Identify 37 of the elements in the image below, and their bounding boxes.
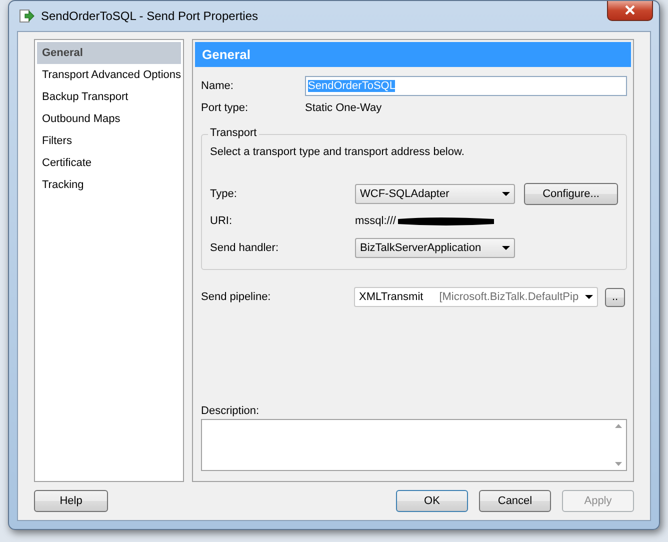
help-button[interactable]: Help: [34, 490, 108, 512]
dropdown-caret-icon: [502, 246, 510, 250]
send-handler-label: Send handler:: [210, 242, 280, 254]
description-label: Description:: [201, 405, 260, 417]
send-pipeline-dropdown[interactable]: XMLTransmit [Microsoft.BizTalk.DefaultPip: [354, 287, 598, 307]
sidebar-item[interactable]: Backup Transport: [37, 86, 182, 108]
send-port-icon: [19, 8, 35, 24]
panel-header: General: [195, 42, 632, 67]
port-type-label: Port type:: [201, 102, 250, 114]
send-handler-dropdown[interactable]: BizTalkServerApplication: [355, 238, 516, 258]
sidebar-item[interactable]: Filters: [37, 130, 182, 152]
sidebar-item[interactable]: Outbound Maps: [37, 108, 182, 130]
uri-label: URI:: [210, 215, 234, 227]
description-field[interactable]: [201, 419, 628, 471]
transport-hint: Select a transport type and transport address below.: [210, 146, 464, 158]
sidebar-item[interactable]: Tracking: [37, 174, 182, 196]
configure-button[interactable]: Configure...: [524, 183, 618, 205]
sidebar-item[interactable]: Certificate: [37, 152, 182, 174]
ok-button[interactable]: OK: [396, 490, 468, 512]
group-title: Transport: [208, 127, 259, 139]
dropdown-caret-icon: [585, 295, 594, 299]
scroll-up-icon[interactable]: [614, 424, 622, 428]
uri-value: mssql:///: [355, 215, 396, 227]
window-title: SendOrderToSQL - Send Port Properties: [41, 9, 258, 23]
cancel-button[interactable]: Cancel: [479, 490, 551, 512]
scroll-down-icon[interactable]: [614, 462, 622, 466]
type-label: Type:: [210, 188, 238, 200]
close-icon: [625, 5, 635, 15]
name-label: Name:: [201, 80, 234, 92]
close-button[interactable]: [607, 1, 653, 21]
browse-button[interactable]: ..: [605, 288, 626, 306]
type-dropdown[interactable]: WCF-SQLAdapter: [355, 184, 516, 204]
dropdown-caret-icon: [502, 192, 510, 196]
send-pipeline-label: Send pipeline:: [201, 291, 272, 303]
sidebar-item[interactable]: Transport Advanced Options: [37, 64, 182, 86]
port-type-value: Static One-Way: [305, 102, 382, 114]
sidebar-item[interactable]: General: [37, 42, 182, 64]
